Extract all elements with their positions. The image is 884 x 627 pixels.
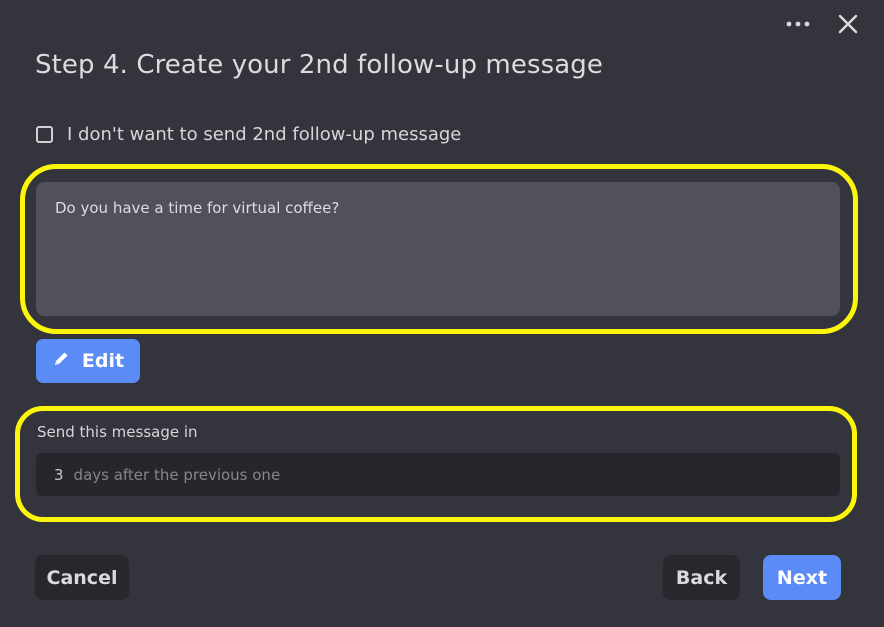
opt-out-row[interactable]: I don't want to send 2nd follow-up messa… (36, 124, 461, 145)
pencil-icon (52, 350, 70, 372)
cancel-button[interactable]: Cancel (35, 555, 129, 600)
dialog-top-actions (786, 14, 858, 34)
delay-days-input[interactable]: 3 days after the previous one (36, 453, 840, 496)
edit-button[interactable]: Edit (36, 339, 140, 383)
opt-out-checkbox[interactable] (36, 126, 53, 143)
delay-days-suffix: days after the previous one (73, 465, 281, 484)
follow-up-dialog: Step 4. Create your 2nd follow-up messag… (0, 0, 884, 627)
close-icon[interactable] (838, 14, 858, 34)
page-title: Step 4. Create your 2nd follow-up messag… (35, 50, 603, 80)
delay-label: Send this message in (37, 423, 198, 441)
more-options-icon[interactable] (786, 21, 810, 27)
back-button[interactable]: Back (663, 555, 740, 600)
message-textarea[interactable]: Do you have a time for virtual coffee? (36, 182, 840, 316)
opt-out-label: I don't want to send 2nd follow-up messa… (67, 124, 462, 145)
delay-days-value[interactable]: 3 (54, 466, 64, 484)
edit-button-label: Edit (81, 350, 125, 372)
next-button[interactable]: Next (763, 555, 841, 600)
